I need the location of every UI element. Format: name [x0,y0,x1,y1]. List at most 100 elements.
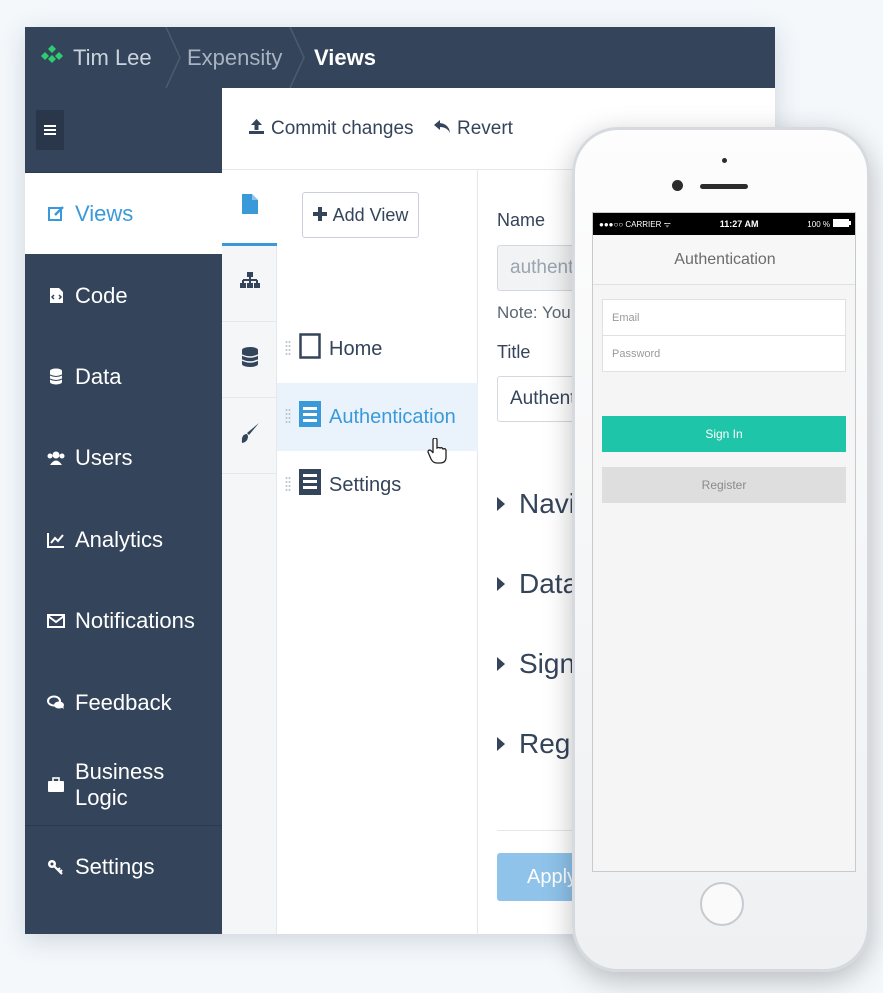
commit-changes-label: Commit changes [271,118,414,139]
breadcrumb-separator-icon [287,27,307,88]
commit-changes-button[interactable]: Commit changes [248,88,414,170]
view-item-settings[interactable]: Settings [277,451,478,519]
view-item-label: Settings [329,473,402,496]
top-bar: Tim Lee Expensity Views [25,27,775,88]
breadcrumb-user[interactable]: Tim Lee [41,27,152,88]
sidebar-item-business-logic[interactable]: Business Logic [25,744,222,825]
sidebar-item-notifications[interactable]: Notifications [25,580,222,661]
plus-icon [312,205,327,226]
name-note: Note: You c [497,303,584,322]
users-icon [47,449,65,467]
tab-sitemap[interactable] [222,246,277,322]
sidebar-item-label: Feedback [75,689,172,715]
phone-speaker [700,184,748,189]
drag-handle-icon[interactable] [285,340,291,358]
section-label: Sign [519,648,576,679]
sidebar-item-label: Data [75,363,122,389]
sidebar-item-data[interactable]: Data [25,336,222,417]
breadcrumb-user-label: Tim Lee [73,45,152,70]
edit-icon [47,205,65,223]
section-label: Regi [519,728,577,759]
battery-label: 100 % [807,219,830,229]
brush-icon [240,422,260,449]
phone-camera-icon [672,180,683,191]
phone-screen: ●●●○○ CARRIER ᯤ 11:27 AM 100 % Authentic… [592,212,856,872]
sign-in-button[interactable]: Sign In [602,416,846,452]
section-label: Navi [519,488,576,519]
section-label: Data [519,568,579,599]
key-icon [47,858,65,876]
sidebar-item-label: Notifications [75,607,195,633]
sitemap-icon [239,271,260,296]
breadcrumb-current: Views [314,45,376,70]
upload-icon [248,118,265,141]
caret-right-icon [497,657,505,671]
email-field[interactable]: Email [602,299,846,336]
database-icon [47,368,65,386]
phone-sensor [722,158,727,163]
section-navigation[interactable]: Navi [497,488,575,520]
file-icon [241,193,259,220]
sidebar-header [25,88,222,173]
hamburger-icon[interactable] [36,110,64,150]
breadcrumb-project[interactable]: Expensity [187,27,282,88]
chat-icon [47,694,65,712]
status-time: 11:27 AM [719,219,759,229]
phone-status-bar: ●●●○○ CARRIER ᯤ 11:27 AM 100 % [593,213,855,235]
sidebar-item-views[interactable]: Views [25,173,222,254]
add-view-button[interactable]: Add View [302,192,419,238]
view-item-authentication[interactable]: Authentication [277,383,478,451]
briefcase-icon [47,776,65,794]
section-data[interactable]: Data [497,568,578,600]
section-sign-in[interactable]: Sign [497,648,575,680]
blank-page-icon [299,333,321,365]
view-item-label: Authentication [329,405,456,428]
vertical-tabs [222,170,277,934]
drag-handle-icon[interactable] [285,476,291,494]
sidebar-item-label: Views [75,200,134,226]
tab-style[interactable] [222,398,277,474]
name-label: Name [497,210,546,230]
password-field[interactable]: Password [602,335,846,372]
views-list-panel: Add View Home Authentication Settings [277,170,478,934]
sidebar-item-code[interactable]: Code [25,255,222,336]
sidebar-item-label: Users [75,444,133,470]
battery-icon [832,219,851,229]
tab-views-file[interactable] [222,170,277,246]
battery-status: 100 % [807,219,851,229]
caret-right-icon [497,497,505,511]
envelope-icon [47,612,65,630]
section-register[interactable]: Regi [497,728,577,760]
view-item-label: Home [329,337,383,360]
sidebar-item-label: Analytics [75,526,164,552]
revert-label: Revert [457,118,513,139]
tab-data[interactable] [222,322,277,398]
sidebar-item-label: Settings [75,853,155,879]
brand-logo-icon [41,27,63,88]
reply-icon [433,118,451,140]
breadcrumb-separator-icon [163,27,183,88]
view-item-home[interactable]: Home [277,315,478,383]
sidebar-item-label: Business Logic [75,758,165,810]
phone-screen-title: Authentication [593,235,855,285]
add-view-label: Add View [332,204,409,225]
database-icon [241,346,259,373]
sidebar-item-settings[interactable]: Settings [25,826,222,907]
drag-handle-icon[interactable] [285,408,291,426]
phone-home-button[interactable] [700,882,744,926]
revert-button[interactable]: Revert [433,88,513,170]
phone-preview: ●●●○○ CARRIER ᯤ 11:27 AM 100 % Authentic… [572,127,870,972]
title-label: Title [497,342,531,362]
hand-cursor-icon [427,437,447,469]
register-button[interactable]: Register [602,467,846,503]
sidebar-item-feedback[interactable]: Feedback [25,662,222,743]
list-page-icon [299,469,321,501]
carrier-signal: ●●●○○ CARRIER ᯤ [599,219,671,229]
sidebar: Views Code Data Users Analytics Notifica… [25,88,222,934]
caret-right-icon [497,577,505,591]
sidebar-item-label: Code [75,282,128,308]
caret-right-icon [497,737,505,751]
sidebar-item-analytics[interactable]: Analytics [25,499,222,580]
form-page-icon [299,401,321,433]
sidebar-item-users[interactable]: Users [25,417,222,498]
